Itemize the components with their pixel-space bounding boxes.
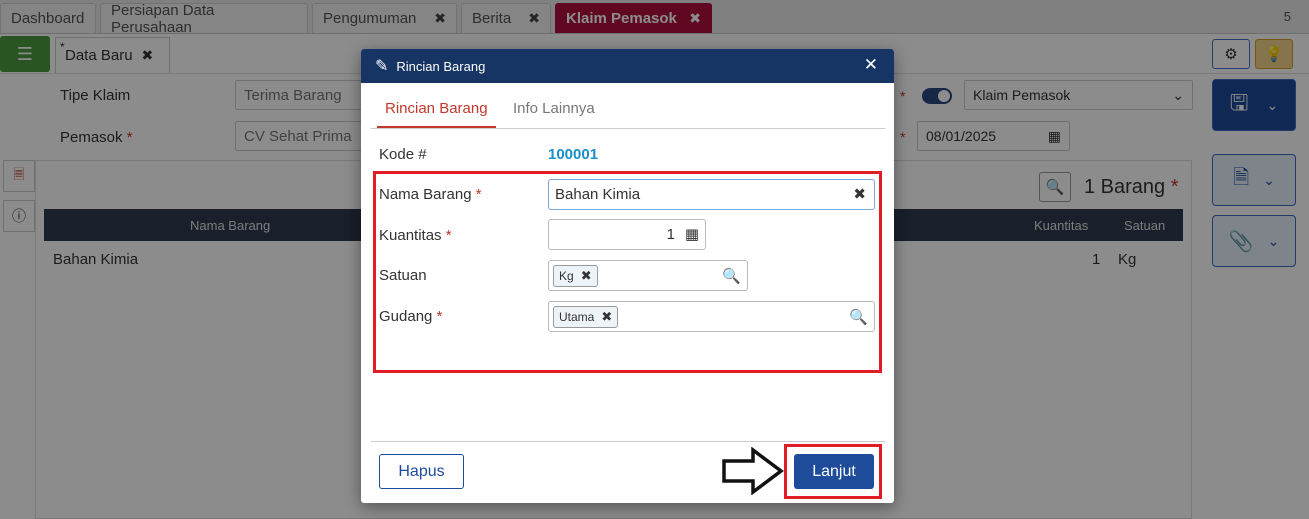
highlight-box-fields bbox=[373, 171, 882, 373]
tab-rincian-barang[interactable]: Rincian Barang bbox=[377, 100, 496, 128]
tab-divider bbox=[371, 128, 885, 129]
modal-title: Rincian Barang bbox=[396, 58, 486, 74]
modal-header: ✎ Rincian Barang ✕ bbox=[361, 49, 894, 83]
arrow-right-icon bbox=[722, 447, 784, 495]
pencil-icon: ✎ bbox=[375, 58, 389, 75]
highlight-box-lanjut bbox=[784, 444, 882, 499]
footer-divider bbox=[371, 441, 885, 442]
kode-value: 100001 bbox=[548, 146, 599, 163]
hapus-button[interactable]: Hapus bbox=[379, 454, 464, 489]
tab-info-lainnya[interactable]: Info Lainnya bbox=[505, 100, 603, 128]
rincian-barang-modal: ✎ Rincian Barang ✕ Rincian Barang Info L… bbox=[361, 49, 894, 503]
close-icon[interactable]: ✕ bbox=[864, 55, 878, 75]
kode-label: Kode # bbox=[379, 146, 427, 163]
